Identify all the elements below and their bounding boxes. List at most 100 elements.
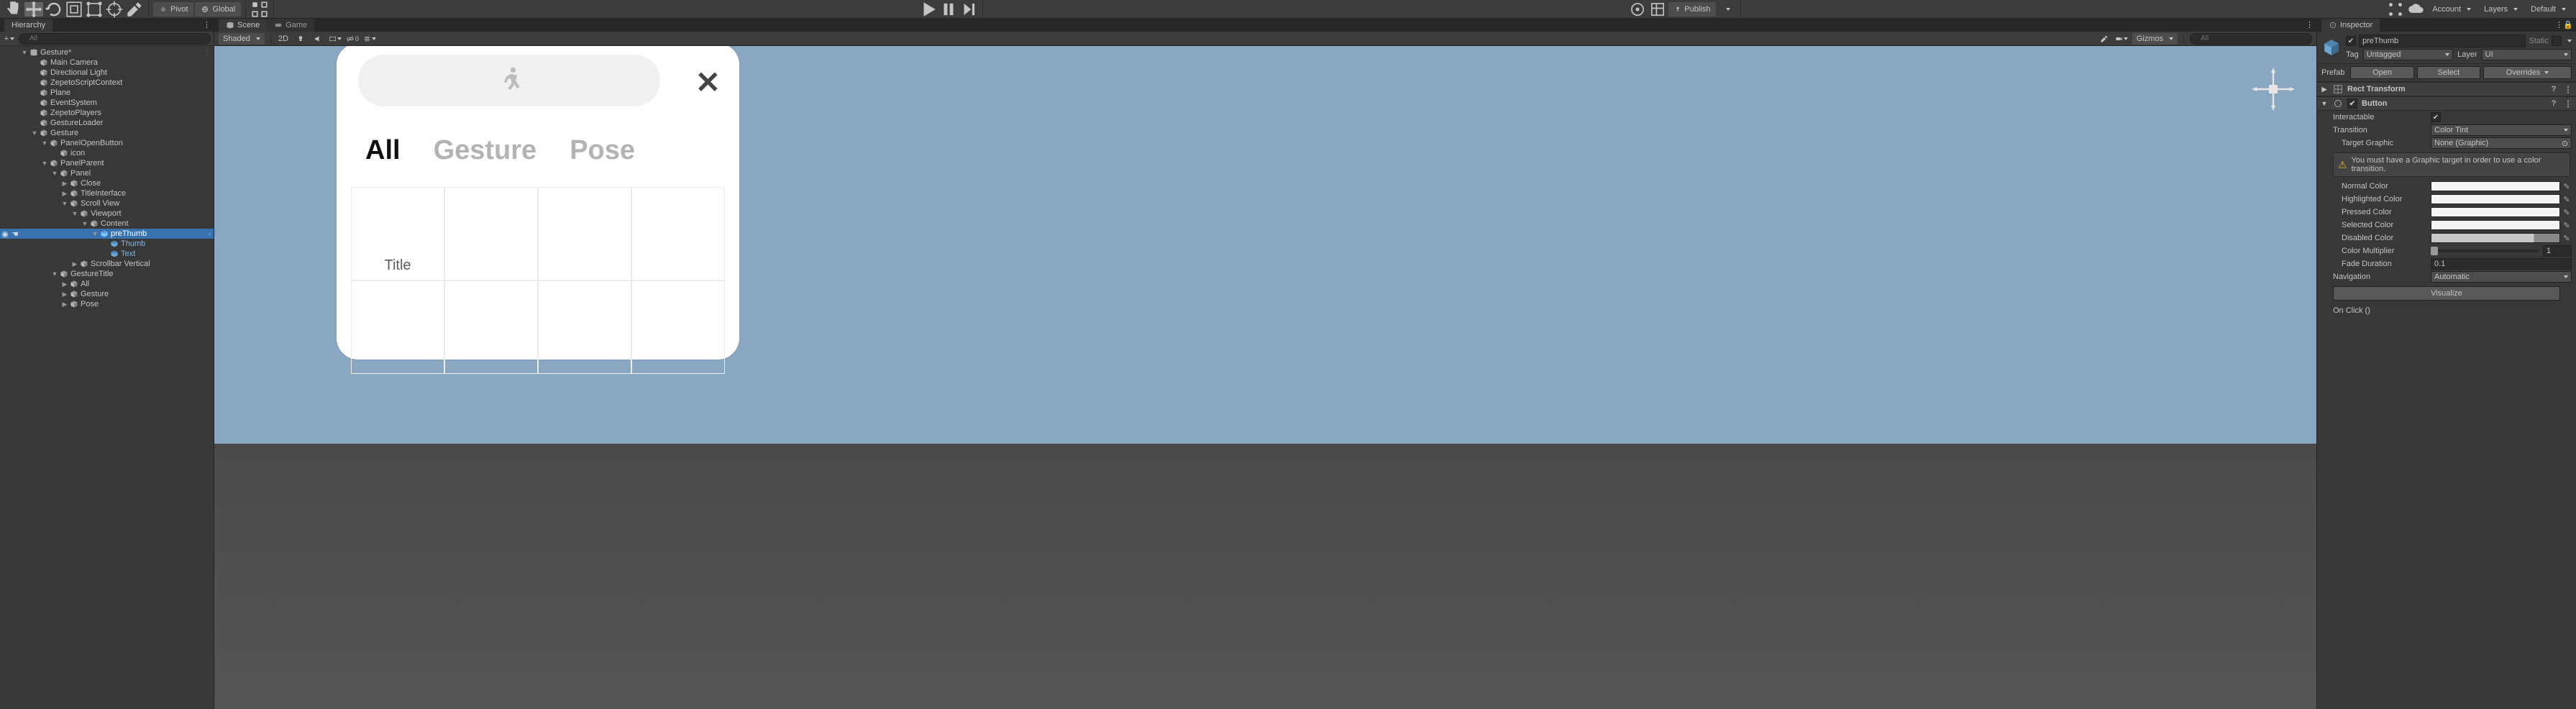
help-icon[interactable]: ? [2549,99,2559,108]
fx-toggle-icon[interactable] [329,33,342,45]
selected-color-swatch[interactable] [2431,220,2560,230]
hierarchy-item[interactable]: ▶All [0,279,214,289]
hierarchy-item[interactable]: Thumb [0,239,214,249]
hierarchy-item[interactable]: ◉☚▼preThumb› [0,229,214,239]
static-dropdown-icon[interactable] [2567,40,2572,42]
hierarchy-search-input[interactable] [19,33,211,45]
lock-icon[interactable]: 🔒 [2563,20,2573,29]
hierarchy-item[interactable]: GestureLoader [0,118,214,128]
transition-dropdown[interactable]: Color Tint [2431,124,2572,136]
hierarchy-item[interactable]: ▼Viewport [0,209,214,219]
scene-row[interactable]: ▼Gesture*⋮ [0,47,214,58]
step-button-icon[interactable] [959,2,978,17]
eyedropper-icon[interactable]: ✎ [2562,220,2572,230]
tag-dropdown[interactable]: Untagged [2363,49,2453,60]
hierarchy-item[interactable]: ▶Close [0,178,214,188]
lighting-toggle-icon[interactable] [294,33,307,45]
panel-menu-icon[interactable]: ⋮ [2306,20,2314,29]
static-checkbox[interactable] [2552,36,2562,46]
prefab-open-button[interactable]: Open [2350,66,2413,79]
create-dropdown-icon[interactable]: + [3,33,16,45]
disabled-color-swatch[interactable] [2431,233,2560,243]
pickable-icon[interactable]: ☚ [12,229,19,239]
layout-dropdown[interactable]: Default [2525,2,2572,17]
panel-menu-icon[interactable]: ⋮ [203,20,211,29]
scale-tool-icon[interactable] [65,2,83,17]
hierarchy-item[interactable]: ▼GestureTitle [0,269,214,279]
hierarchy-item[interactable]: ZepetoScriptContext [0,78,214,88]
hierarchy-item[interactable]: Directional Light [0,68,214,78]
eyedropper-icon[interactable]: ✎ [2562,194,2572,204]
hierarchy-item[interactable]: Text [0,249,214,259]
pressed-color-swatch[interactable] [2431,207,2560,217]
hierarchy-item[interactable]: ▼PanelOpenButton [0,138,214,148]
hierarchy-item[interactable]: Main Camera [0,58,214,68]
scene-tab[interactable]: Scene [219,19,267,32]
scene-search-input[interactable] [2190,33,2312,45]
transform-tool-icon[interactable] [105,2,124,17]
services-icon[interactable] [1648,2,1667,17]
gizmos-dropdown[interactable]: Gizmos [2132,33,2178,45]
button-enabled-checkbox[interactable] [2347,99,2357,109]
component-menu-icon[interactable]: ⋮ [2563,99,2573,109]
hierarchy-item[interactable]: ▼Panel [0,168,214,178]
cloud-icon[interactable] [2406,2,2425,17]
hierarchy-item[interactable]: ▶Pose [0,299,214,309]
prefab-select-button[interactable]: Select [2417,66,2480,79]
gameobject-name-input[interactable] [2359,35,2526,47]
color-multiplier-input[interactable] [2543,245,2572,257]
hierarchy-item[interactable]: ▼Gesture [0,128,214,138]
global-toggle[interactable]: Global [195,2,241,17]
visualize-button[interactable]: Visualize [2333,286,2560,301]
target-graphic-field[interactable]: None (Graphic)⊙ [2431,137,2572,149]
rotate-tool-icon[interactable] [45,2,63,17]
hand-tool-icon[interactable] [4,2,23,17]
fade-duration-input[interactable] [2431,258,2572,270]
hierarchy-item[interactable]: ▼Content [0,219,214,229]
active-checkbox[interactable] [2346,36,2356,46]
panel-menu-icon[interactable]: ⋮ [2555,20,2563,29]
camera-icon[interactable] [2115,33,2128,45]
layers-dropdown[interactable]: Layers [2478,2,2524,17]
game-tab[interactable]: Game [267,19,314,32]
orientation-gizmo[interactable] [2244,60,2302,118]
hidden-objects-icon[interactable]: 0 [346,33,359,45]
hierarchy-tab[interactable]: Hierarchy [4,19,52,32]
custom-tools-icon[interactable] [125,2,144,17]
help-icon[interactable]: ? [2549,85,2559,93]
eyedropper-icon[interactable]: ✎ [2562,233,2572,243]
hierarchy-item[interactable]: ▶TitleInterface [0,188,214,198]
eyedropper-icon[interactable]: ✎ [2562,181,2572,191]
collab-icon[interactable] [1628,2,1647,17]
tools-icon[interactable] [2098,33,2111,45]
rect-transform-header[interactable]: ▶ Rect Transform ? ⋮ [2317,82,2576,96]
hierarchy-item[interactable]: ▼PanelParent [0,158,214,168]
hierarchy-item[interactable]: ▼Scroll View [0,198,214,209]
pivot-toggle[interactable]: Pivot [153,2,193,17]
grid-toggle-icon[interactable] [363,33,376,45]
audio-toggle-icon[interactable] [311,33,324,45]
hierarchy-item[interactable]: Plane [0,88,214,98]
settings-icon[interactable] [2386,2,2405,17]
snap-toggle-icon[interactable] [250,2,269,17]
hierarchy-item[interactable]: ▶Gesture [0,289,214,299]
prefab-overrides-dropdown[interactable]: Overrides [2483,66,2572,79]
layer-dropdown[interactable]: UI [2482,49,2572,60]
scene-viewport[interactable]: ✕ All Gesture Pose Title [214,46,2316,709]
visibility-icon[interactable]: ◉ [1,229,9,239]
highlighted-color-swatch[interactable] [2431,194,2560,204]
publish-button[interactable]: Publish [1668,2,1716,17]
component-menu-icon[interactable]: ⋮ [2563,85,2573,94]
interactable-checkbox[interactable] [2431,112,2441,122]
hierarchy-item[interactable]: ZepetoPlayers [0,108,214,118]
account-dropdown[interactable]: Account [2426,2,2477,17]
mode-2d-toggle[interactable]: 2D [277,33,290,45]
shading-mode-dropdown[interactable]: Shaded [219,33,265,45]
pause-button-icon[interactable] [939,2,958,17]
play-button-icon[interactable] [919,2,938,17]
color-multiplier-slider[interactable] [2431,250,2539,252]
hierarchy-tree[interactable]: ▼Gesture*⋮Main CameraDirectional LightZe… [0,46,214,709]
publish-dropdown-icon[interactable] [1717,2,1736,17]
rect-tool-icon[interactable] [85,2,104,17]
navigation-dropdown[interactable]: Automatic [2431,271,2572,283]
